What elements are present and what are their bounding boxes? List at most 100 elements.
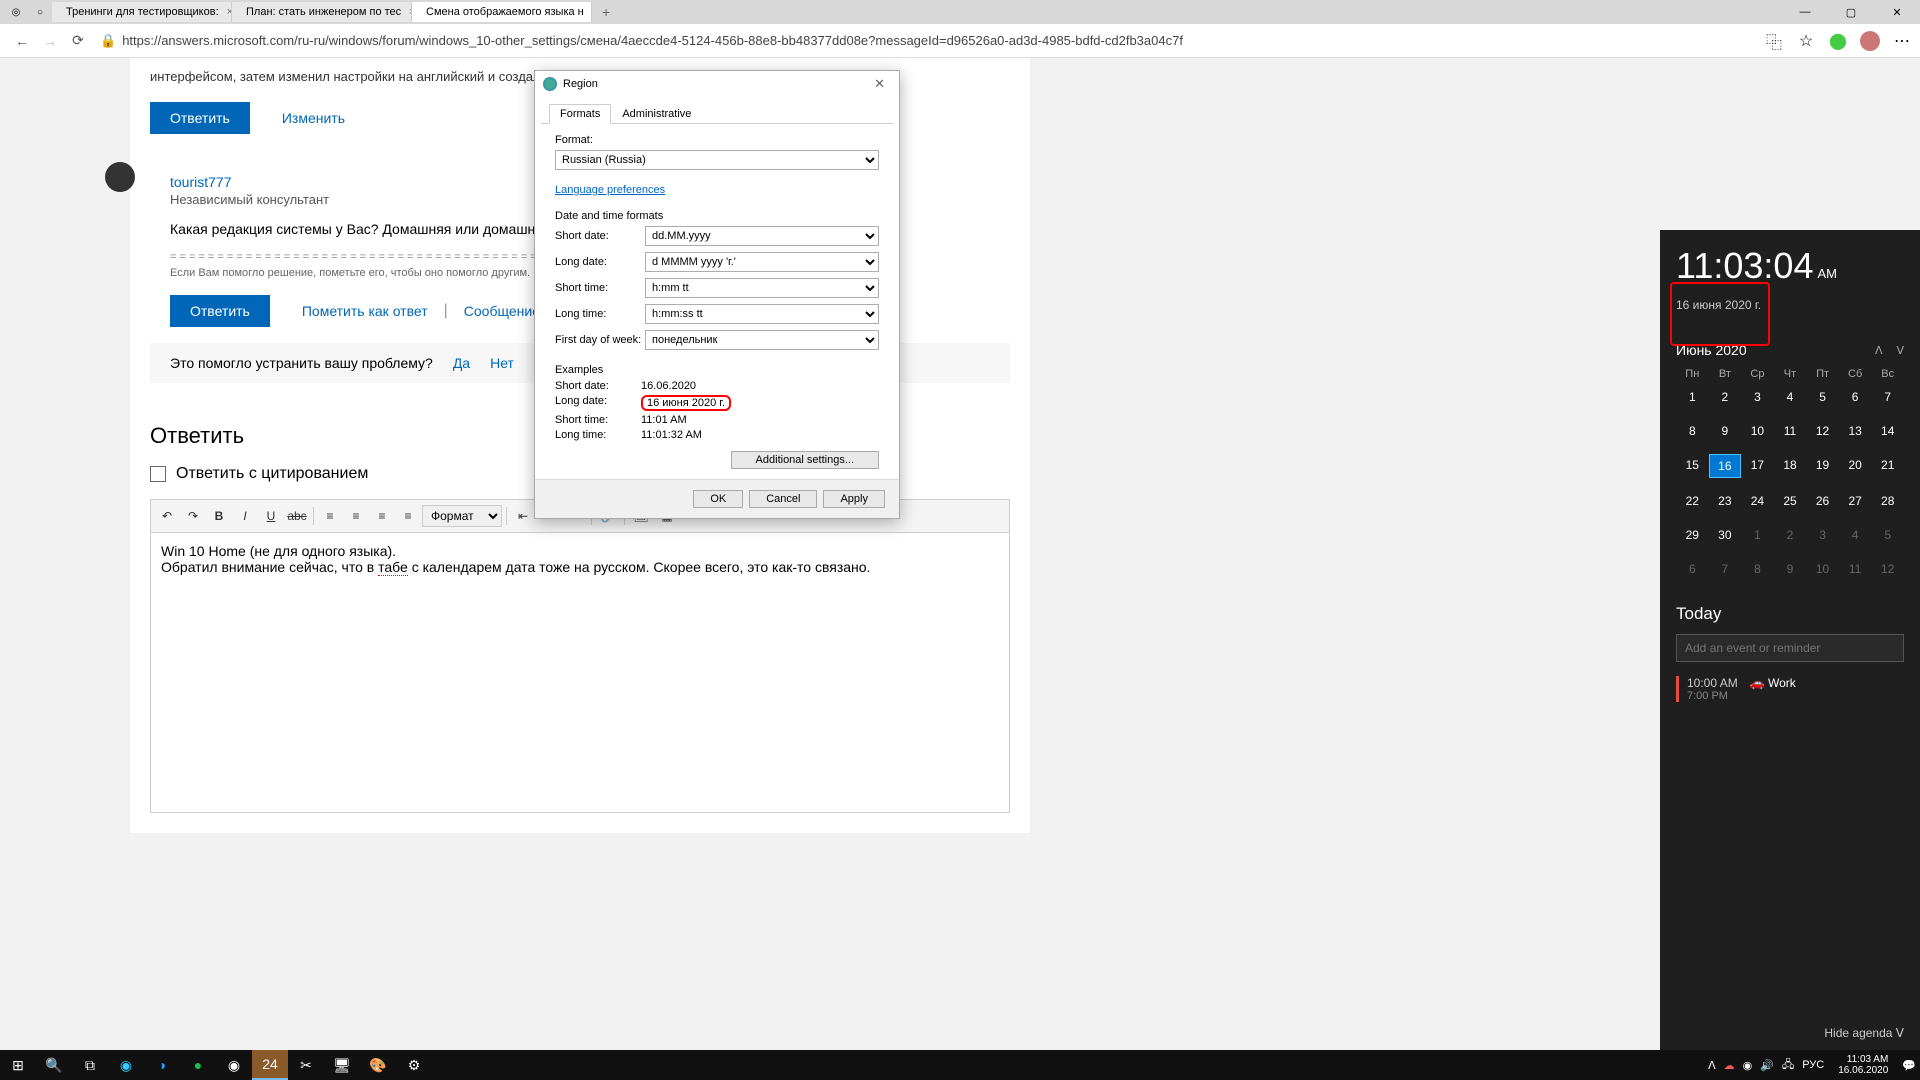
align-justify-button[interactable]: ≡ xyxy=(396,504,420,528)
calendar-day[interactable]: 12 xyxy=(1806,420,1839,442)
user-avatar[interactable] xyxy=(105,162,135,192)
translate-icon[interactable]: ⿻ xyxy=(1764,31,1784,51)
start-button[interactable]: ⊞ xyxy=(0,1050,36,1080)
calendar-day[interactable]: 29 xyxy=(1676,524,1709,546)
first-day-select[interactable]: понедельник xyxy=(645,330,879,350)
tray-network-icon[interactable]: 🖧 xyxy=(1782,1056,1794,1075)
forward-button[interactable]: → xyxy=(36,27,64,55)
calendar-day[interactable]: 7 xyxy=(1871,386,1904,408)
short-date-select[interactable]: dd.MM.yyyy xyxy=(645,226,879,246)
calendar-day[interactable]: 7 xyxy=(1709,558,1742,580)
calendar-next-button[interactable]: ᐯ xyxy=(1896,344,1904,357)
helpful-yes[interactable]: Да xyxy=(453,355,470,371)
calendar-day[interactable]: 26 xyxy=(1806,490,1839,512)
calendar-day[interactable]: 8 xyxy=(1741,558,1774,580)
calendar-day[interactable]: 16 xyxy=(1709,454,1742,478)
taskbar-app[interactable]: 24 xyxy=(252,1050,288,1080)
calendar-day[interactable]: 5 xyxy=(1806,386,1839,408)
calendar-day[interactable]: 4 xyxy=(1774,386,1807,408)
calendar-day[interactable]: 28 xyxy=(1871,490,1904,512)
outdent-button[interactable]: ⇤ xyxy=(511,504,535,528)
format-select[interactable]: Формат xyxy=(422,505,502,527)
cancel-button[interactable]: Cancel xyxy=(749,490,817,508)
calendar-day[interactable]: 24 xyxy=(1741,490,1774,512)
tab-formats[interactable]: Formats xyxy=(549,104,611,124)
calendar-day[interactable]: 30 xyxy=(1709,524,1742,546)
browser-tab-2[interactable]: Смена отображаемого языка н× xyxy=(412,2,592,22)
reply-button[interactable]: Ответить xyxy=(150,102,250,134)
long-date-select[interactable]: d MMMM yyyy 'г.' xyxy=(645,252,879,272)
apply-button[interactable]: Apply xyxy=(823,490,885,508)
align-right-button[interactable]: ≡ xyxy=(370,504,394,528)
calendar-day[interactable]: 14 xyxy=(1871,420,1904,442)
add-event-input[interactable] xyxy=(1676,634,1904,662)
bold-button[interactable]: B xyxy=(207,504,231,528)
tray-cloud-icon[interactable]: ☁ xyxy=(1724,1059,1735,1072)
calendar-month-label[interactable]: Июнь 2020 xyxy=(1676,342,1747,358)
agenda-event[interactable]: 10:00 AM 7:00 PM 🚗 Work xyxy=(1676,676,1904,702)
taskbar-spotify[interactable]: ● xyxy=(180,1050,216,1080)
calendar-day[interactable]: 1 xyxy=(1676,386,1709,408)
calendar-day[interactable]: 4 xyxy=(1839,524,1872,546)
browser-tab-1[interactable]: План: стать инженером по тес× xyxy=(232,2,412,22)
tray-expand-icon[interactable]: ᐱ xyxy=(1708,1059,1716,1072)
calendar-day[interactable]: 8 xyxy=(1676,420,1709,442)
taskbar-settings[interactable]: ⚙ xyxy=(396,1050,432,1080)
calendar-day[interactable]: 2 xyxy=(1709,386,1742,408)
italic-button[interactable]: I xyxy=(233,504,257,528)
calendar-day[interactable]: 5 xyxy=(1871,524,1904,546)
calendar-day[interactable]: 15 xyxy=(1676,454,1709,478)
calendar-day[interactable]: 6 xyxy=(1676,558,1709,580)
quote-checkbox[interactable] xyxy=(150,466,166,482)
short-time-select[interactable]: h:mm tt xyxy=(645,278,879,298)
calendar-day[interactable]: 19 xyxy=(1806,454,1839,478)
reply-button[interactable]: Ответить xyxy=(170,295,270,327)
calendar-day[interactable]: 20 xyxy=(1839,454,1872,478)
additional-settings-button[interactable]: Additional settings... xyxy=(731,451,879,469)
browser-tab-0[interactable]: Тренинги для тестировщиков:× xyxy=(52,2,232,22)
dialog-close-button[interactable]: ✕ xyxy=(868,76,891,92)
calendar-day[interactable]: 3 xyxy=(1741,386,1774,408)
calendar-day[interactable]: 21 xyxy=(1871,454,1904,478)
tray-language[interactable]: РУС xyxy=(1802,1059,1824,1071)
close-window-button[interactable]: ✕ xyxy=(1874,0,1920,24)
calendar-day[interactable]: 11 xyxy=(1774,420,1807,442)
search-button[interactable]: 🔍 xyxy=(36,1050,72,1080)
tray-discord-icon[interactable]: ◉ xyxy=(1743,1059,1753,1072)
calendar-day[interactable]: 22 xyxy=(1676,490,1709,512)
tab-extension-icon-1[interactable]: ◎ xyxy=(4,0,28,24)
calendar-day[interactable]: 12 xyxy=(1871,558,1904,580)
url-input[interactable]: 🔒 https://answers.microsoft.com/ru-ru/wi… xyxy=(100,33,1756,49)
taskbar-mstsc[interactable]: 🖥 xyxy=(324,1050,360,1080)
refresh-button[interactable]: ⟳ xyxy=(64,27,92,55)
strike-button[interactable]: abc xyxy=(285,504,309,528)
calendar-day[interactable]: 27 xyxy=(1839,490,1872,512)
calendar-day[interactable]: 18 xyxy=(1774,454,1807,478)
calendar-day[interactable]: 23 xyxy=(1709,490,1742,512)
menu-icon[interactable]: ⋯ xyxy=(1892,31,1912,51)
calendar-day[interactable]: 2 xyxy=(1774,524,1807,546)
editor-textarea[interactable]: Win 10 Home (не для одного языка). Обрат… xyxy=(150,533,1010,813)
new-tab-button[interactable]: + xyxy=(592,4,620,20)
redo-button[interactable]: ↷ xyxy=(181,504,205,528)
language-preferences-link[interactable]: Language preferences xyxy=(555,184,665,196)
tab-administrative[interactable]: Administrative xyxy=(611,104,702,124)
format-select[interactable]: Russian (Russia) xyxy=(555,150,879,170)
align-left-button[interactable]: ≡ xyxy=(318,504,342,528)
calendar-day[interactable]: 9 xyxy=(1774,558,1807,580)
taskbar-edge[interactable]: ◉ xyxy=(108,1050,144,1080)
long-time-select[interactable]: h:mm:ss tt xyxy=(645,304,879,324)
calendar-day[interactable]: 10 xyxy=(1741,420,1774,442)
calendar-day[interactable]: 9 xyxy=(1709,420,1742,442)
taskbar-telegram[interactable]: ◑ xyxy=(144,1050,180,1080)
minimize-button[interactable]: — xyxy=(1782,0,1828,24)
align-center-button[interactable]: ≡ xyxy=(344,504,368,528)
task-view-button[interactable]: ⧉ xyxy=(72,1050,108,1080)
edit-link[interactable]: Изменить xyxy=(282,110,345,126)
calendar-day[interactable]: 10 xyxy=(1806,558,1839,580)
maximize-button[interactable]: ▢ xyxy=(1828,0,1874,24)
undo-button[interactable]: ↶ xyxy=(155,504,179,528)
taskbar-chrome[interactable]: ◉ xyxy=(216,1050,252,1080)
calendar-day[interactable]: 13 xyxy=(1839,420,1872,442)
calendar-day[interactable]: 17 xyxy=(1741,454,1774,478)
